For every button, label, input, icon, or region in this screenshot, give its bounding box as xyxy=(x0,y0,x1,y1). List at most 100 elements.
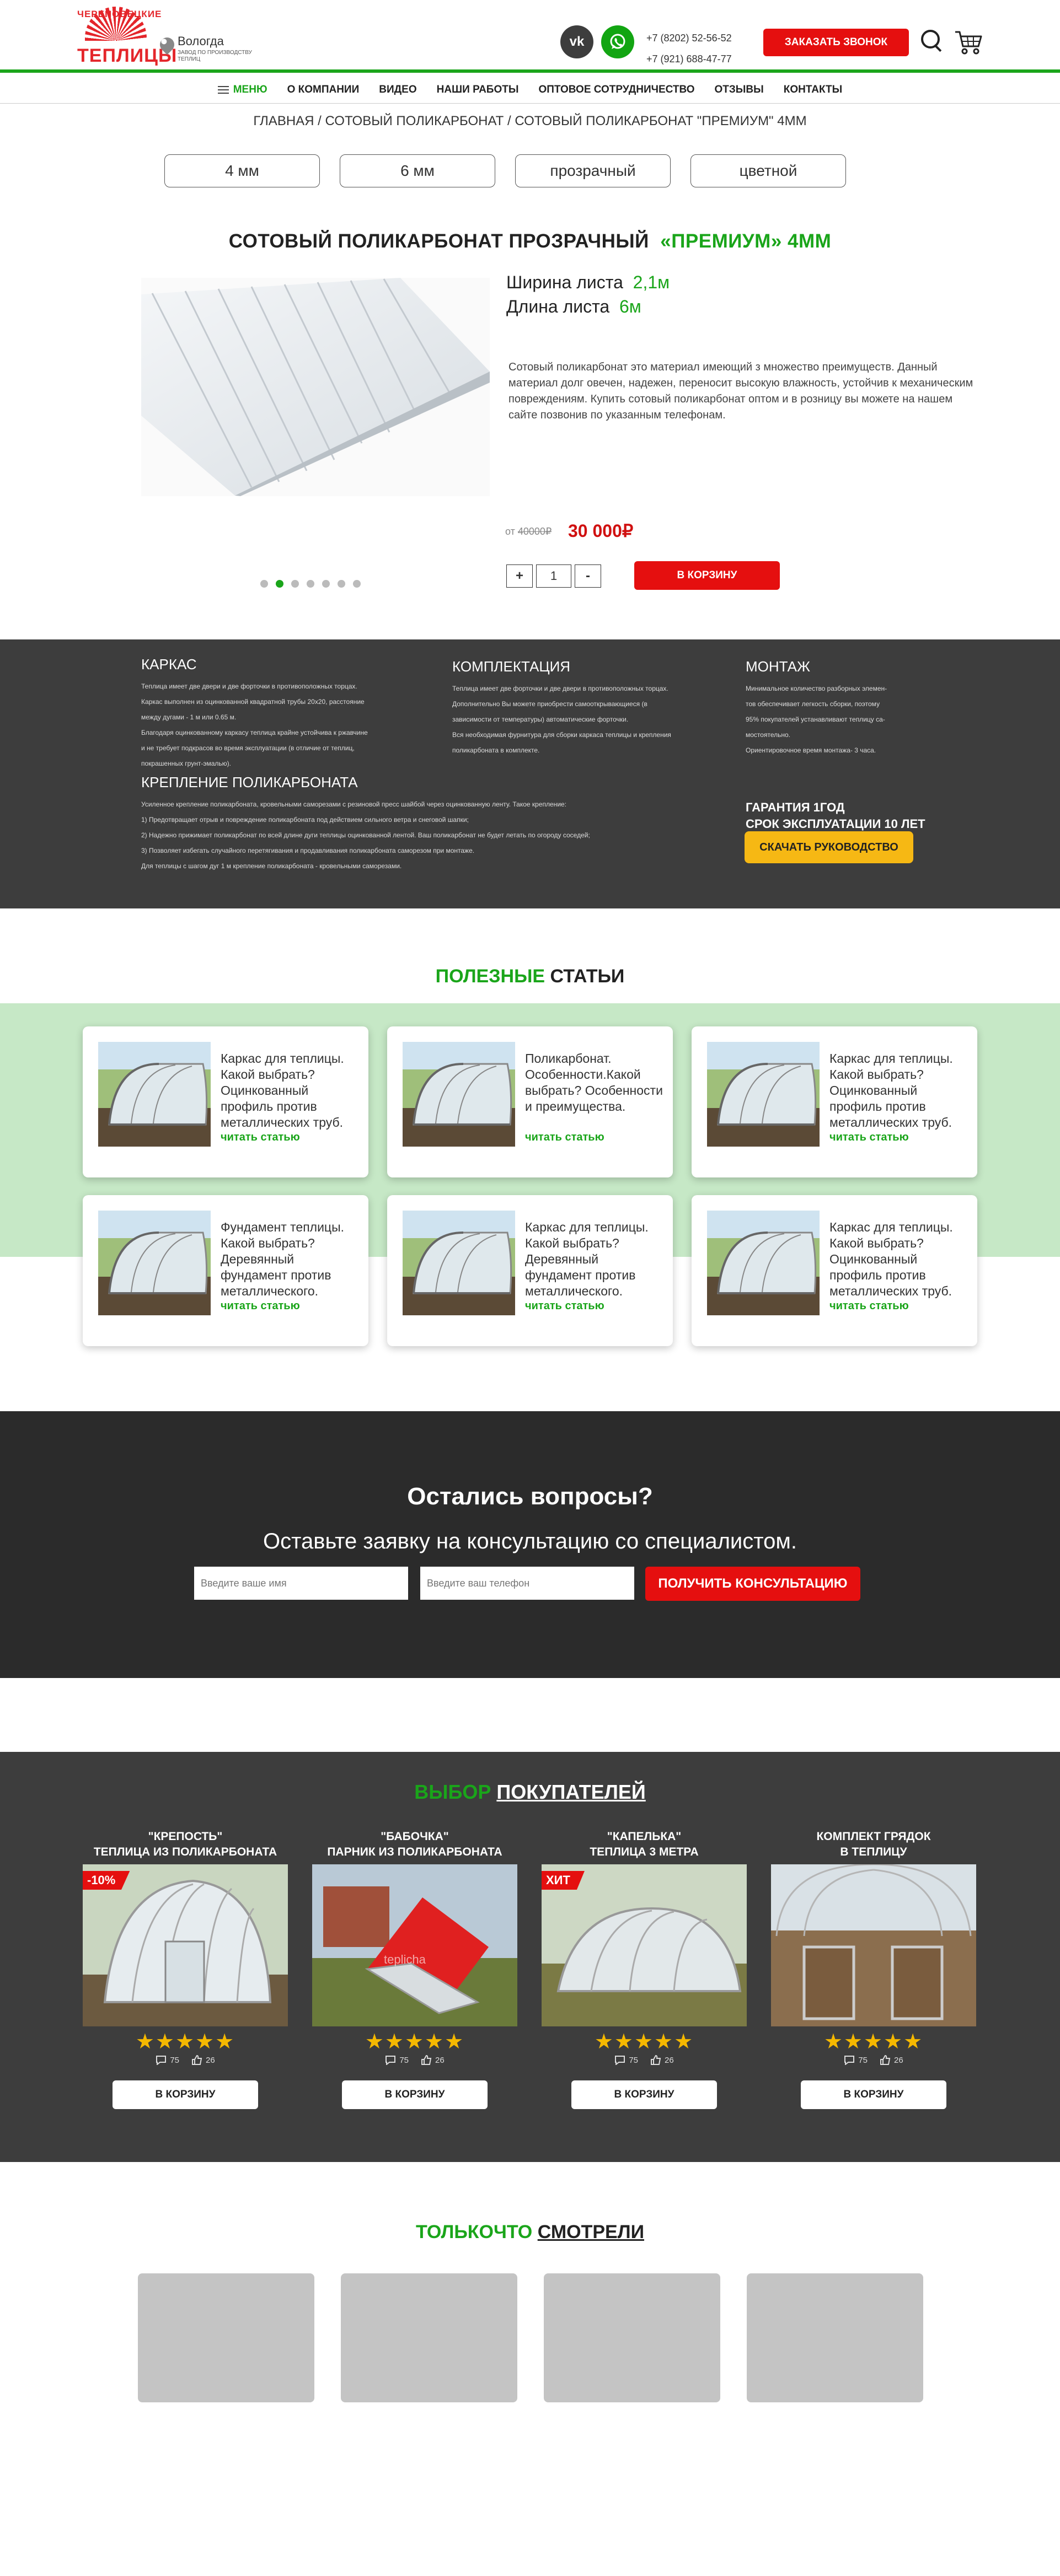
slider-dot[interactable] xyxy=(307,580,314,588)
product-card[interactable]: КОМПЛЕКТ ГРЯДОК В ТЕПЛИЦУ ★★★★★ 75 26 В КОРЗИ… xyxy=(771,1829,976,2109)
slider-dot[interactable] xyxy=(338,580,345,588)
nav-works[interactable]: НАШИ РАБОТЫ xyxy=(427,84,529,96)
variant-colored[interactable]: цветной xyxy=(690,154,846,187)
read-article-link[interactable]: читать статью xyxy=(221,1131,300,1144)
nav-contacts[interactable]: КОНТАКТЫ xyxy=(774,84,853,96)
montazh-line: Минимальное количество разборных элемен- xyxy=(746,685,887,692)
slider-dot[interactable] xyxy=(322,580,330,588)
current-price: 30 000₽ xyxy=(568,521,634,541)
product-name[interactable]: "БАБОЧКА" ПАРНИК ИЗ ПОЛИКАРБОНАТА xyxy=(312,1829,517,1861)
product-name-line-1: "КАПЕЛЬКА" xyxy=(607,1830,682,1843)
article-image[interactable] xyxy=(403,1211,515,1315)
read-article-link[interactable]: читать статью xyxy=(829,1131,909,1144)
recent-item-placeholder[interactable] xyxy=(544,2273,720,2402)
product-name[interactable]: "КАПЕЛЬКА" ТЕПЛИЦА 3 МЕТРА xyxy=(542,1829,747,1861)
product-add-to-cart-button[interactable]: В КОРЗИНУ xyxy=(113,2080,258,2109)
comments-count[interactable]: 75 xyxy=(385,2055,409,2065)
comments-count[interactable]: 75 xyxy=(844,2055,868,2065)
product-card-image[interactable] xyxy=(771,1864,976,2026)
product-card-image[interactable]: -10% xyxy=(83,1864,288,2026)
consultation-section: Остались вопросы? Оставьте заявку на кон… xyxy=(0,1411,1060,1678)
name-input[interactable] xyxy=(194,1567,408,1600)
nav-reviews[interactable]: ОТЗЫВЫ xyxy=(705,84,774,96)
article-card[interactable]: Поликарбонат. Особенности.Какой выбрать?… xyxy=(387,1026,673,1177)
variant-4mm[interactable]: 4 мм xyxy=(164,154,320,187)
product-add-to-cart-button[interactable]: В КОРЗИНУ xyxy=(342,2080,488,2109)
add-to-cart-button[interactable]: В КОРЗИНУ xyxy=(634,561,780,590)
karkas-line: Благодаря оцинкованному каркасу теплица … xyxy=(141,729,368,736)
likes-count[interactable]: 26 xyxy=(650,2055,674,2065)
article-card[interactable]: Фундамент теплицы. Какой выбрать? Деревя… xyxy=(83,1195,368,1346)
comments-count[interactable]: 75 xyxy=(614,2055,638,2065)
kompl-title: КОМПЛЕКТАЦИЯ xyxy=(452,658,571,675)
product-card-image[interactable]: teplicha xyxy=(312,1864,517,2026)
comments-count[interactable]: 75 xyxy=(156,2055,179,2065)
likes-count[interactable]: 26 xyxy=(191,2055,215,2065)
likes-count[interactable]: 26 xyxy=(421,2055,445,2065)
order-call-button[interactable]: ЗАКАЗАТЬ ЗВОНОК xyxy=(763,29,909,56)
product-card[interactable]: "БАБОЧКА" ПАРНИК ИЗ ПОЛИКАРБОНАТА teplicha… xyxy=(312,1829,517,2109)
nav-about[interactable]: О КОМПАНИИ xyxy=(277,84,370,96)
search-icon[interactable] xyxy=(921,30,943,52)
cart-icon[interactable] xyxy=(954,30,983,55)
consult-subtitle: Оставьте заявку на консультацию со специ… xyxy=(263,1529,797,1553)
article-image[interactable] xyxy=(98,1211,211,1315)
nav-menu[interactable]: МЕНЮ xyxy=(208,84,277,96)
qty-plus-button[interactable]: + xyxy=(506,564,533,588)
variant-6mm[interactable]: 6 мм xyxy=(340,154,495,187)
slider-dot[interactable] xyxy=(291,580,299,588)
product-card-image[interactable]: ХИТ xyxy=(542,1864,747,2026)
choice-title-accent: ВЫБОР xyxy=(414,1781,491,1803)
location-pin-icon[interactable] xyxy=(157,33,178,57)
slider-dot[interactable] xyxy=(353,580,361,588)
article-card[interactable]: Каркас для теплицы. Какой выбрать? Дерев… xyxy=(387,1195,673,1346)
slider-dot-active[interactable] xyxy=(276,580,283,588)
article-image[interactable] xyxy=(98,1042,211,1147)
vk-icon[interactable]: vk xyxy=(560,25,593,58)
article-card[interactable]: Каркас для теплицы. Какой выбрать? Оцинк… xyxy=(83,1026,368,1177)
kompl-line: Вся необходимая фурнитура для сборки кар… xyxy=(452,731,671,739)
read-article-link[interactable]: читать статью xyxy=(525,1300,604,1313)
phone-2[interactable]: +7 (921) 688-47-77 xyxy=(646,49,732,69)
nav-video[interactable]: ВИДЕО xyxy=(369,84,426,96)
breadcrumb[interactable]: ГЛАВНАЯ / СОТОВЫЙ ПОЛИКАРБОНАТ / СОТОВЫЙ… xyxy=(0,114,1060,129)
product-card[interactable]: "КРЕПОСТЬ" ТЕПЛИЦА ИЗ ПОЛИКАРБОНАТА -10% ★★… xyxy=(83,1829,288,2109)
likes-count[interactable]: 26 xyxy=(880,2055,903,2065)
product-add-to-cart-button[interactable]: В КОРЗИНУ xyxy=(571,2080,717,2109)
specs-section: КАРКАС Теплица имеет две двери и две фор… xyxy=(0,639,1060,908)
article-image[interactable] xyxy=(707,1042,820,1147)
whatsapp-icon[interactable] xyxy=(601,25,634,58)
article-card[interactable]: Каркас для теплицы. Какой выбрать? Оцинк… xyxy=(692,1026,977,1177)
read-article-link[interactable]: читать статью xyxy=(221,1300,300,1313)
sheet-width-value: 2,1м xyxy=(633,272,670,292)
product-name[interactable]: КОМПЛЕКТ ГРЯДОК В ТЕПЛИЦУ xyxy=(771,1829,976,1861)
old-price-value: 40000₽ xyxy=(517,526,552,537)
product-add-to-cart-button[interactable]: В КОРЗИНУ xyxy=(801,2080,946,2109)
phone-1[interactable]: +7 (8202) 52-56-52 xyxy=(646,28,732,49)
recent-item-placeholder[interactable] xyxy=(747,2273,923,2402)
nav-wholesale[interactable]: ОПТОВОЕ СОТРУДНИЧЕСТВО xyxy=(528,84,704,96)
qty-minus-button[interactable]: - xyxy=(575,564,601,588)
qty-input[interactable]: 1 xyxy=(536,564,571,588)
product-name[interactable]: "КРЕПОСТЬ" ТЕПЛИЦА ИЗ ПОЛИКАРБОНАТА xyxy=(83,1829,288,1861)
kompl-block: КОМПЛЕКТАЦИЯ Теплица имеет две форточки … xyxy=(452,658,728,758)
consult-title: Остались вопросы? xyxy=(407,1483,653,1510)
article-card[interactable]: Каркас для теплицы. Какой выбрать? Оцинк… xyxy=(692,1195,977,1346)
product-image[interactable] xyxy=(141,278,490,496)
article-image[interactable] xyxy=(707,1211,820,1315)
variant-transparent[interactable]: прозрачный xyxy=(515,154,671,187)
read-article-link[interactable]: читать статью xyxy=(525,1131,604,1144)
slider-dot[interactable] xyxy=(260,580,268,588)
download-manual-button[interactable]: СКАЧАТЬ РУКОВОДСТВО xyxy=(745,831,913,863)
get-consultation-button[interactable]: ПОЛУЧИТЬ КОНСУЛЬТАЦИЮ xyxy=(645,1567,860,1601)
karkas-block: КАРКАС Теплица имеет две двери и две фор… xyxy=(141,656,428,771)
phone-input[interactable] xyxy=(420,1567,634,1600)
article-image[interactable] xyxy=(403,1042,515,1147)
recent-item-placeholder[interactable] xyxy=(138,2273,314,2402)
city-name[interactable]: Вологда xyxy=(178,34,224,49)
logo[interactable]: ЧЕРЕПОВЕЦКИЕ ТЕПЛИЦЫ xyxy=(77,7,176,66)
recent-item-placeholder[interactable] xyxy=(341,2273,517,2402)
read-article-link[interactable]: читать статью xyxy=(829,1300,909,1313)
product-card[interactable]: "КАПЕЛЬКА" ТЕПЛИЦА 3 МЕТРА ХИТ ★★★★★ 75 26 В К… xyxy=(542,1829,747,2109)
karkas-line: покрашенных грунт-эмалью). xyxy=(141,760,231,767)
